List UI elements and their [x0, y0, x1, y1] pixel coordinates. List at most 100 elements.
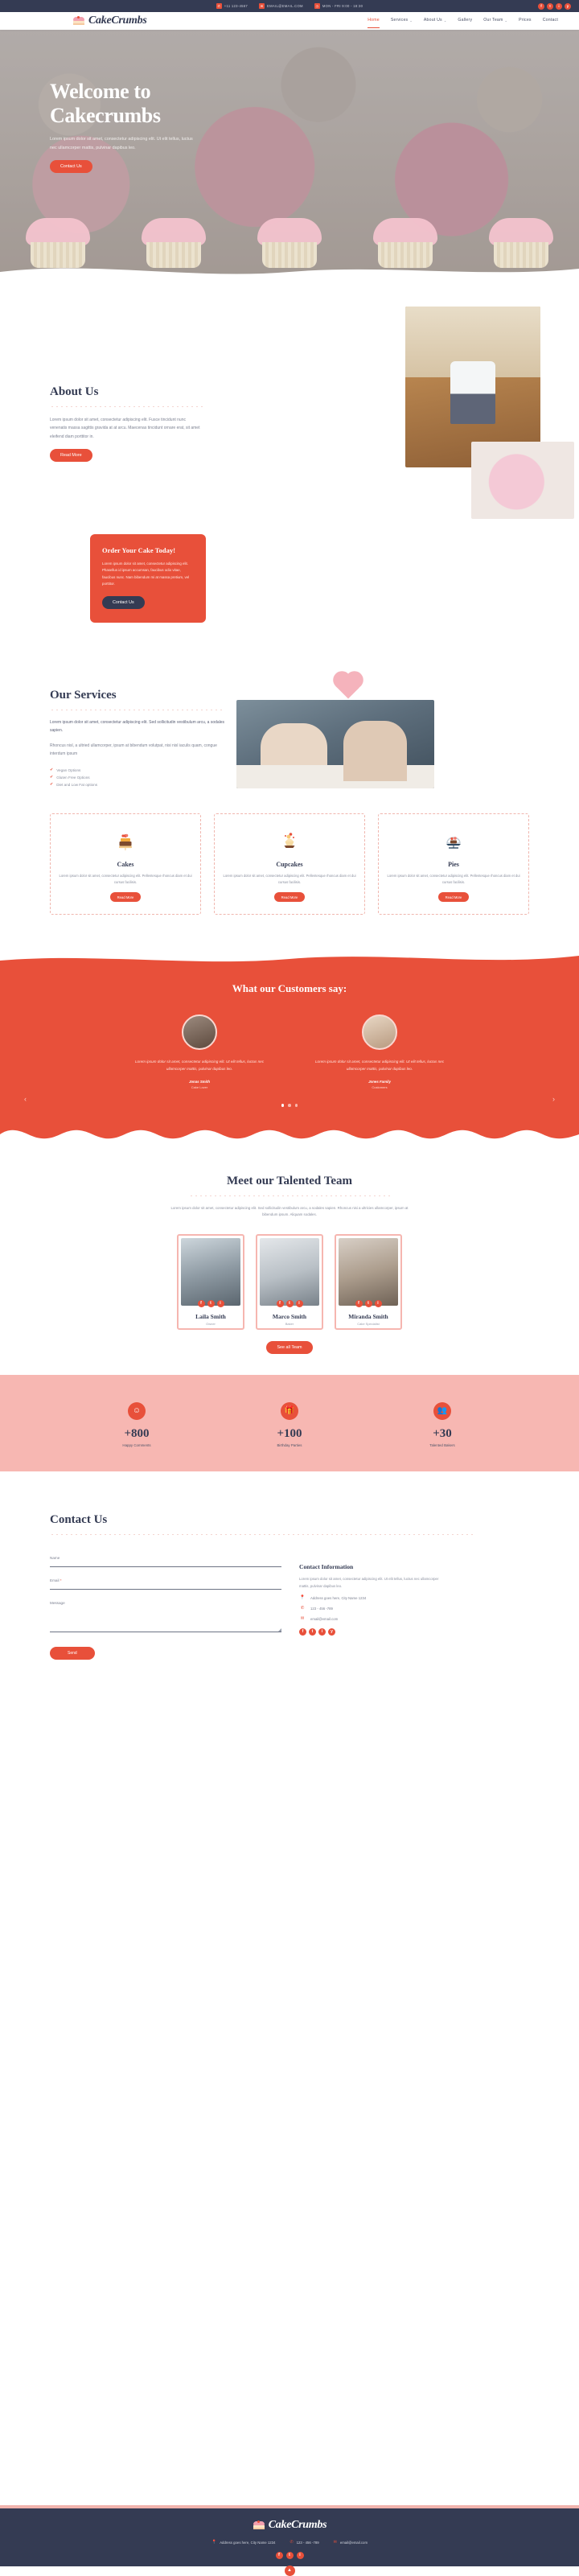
twitter-icon[interactable]: t	[207, 1300, 215, 1308]
pagination-dot-2[interactable]	[288, 1104, 291, 1107]
contact-phone[interactable]: ✆ 123 - 456 -789	[299, 1606, 442, 1611]
youtube-icon[interactable]: y	[565, 2, 571, 10]
site-logo[interactable]: CakeCrumbs	[72, 14, 147, 27]
footer-phone[interactable]: ✆ 123 - 456 -789	[290, 2540, 318, 2545]
facebook-icon[interactable]: f	[275, 2552, 283, 2559]
testimonials-bottom-scallop	[0, 1130, 579, 1140]
team-member-role: Baker	[285, 1322, 294, 1327]
team-member-card[interactable]: f t i Marco Smith Baker	[256, 1234, 323, 1331]
check-icon: ✔	[50, 775, 54, 780]
team-title: Meet our Talented Team	[227, 1174, 352, 1187]
testimonials-list: Lorem ipsum dolor sit amet, consectetur …	[0, 1014, 579, 1089]
service-card-body: Lorem ipsum dolor sit amet, consectetur …	[387, 874, 520, 884]
facebook-icon[interactable]: f	[299, 1628, 306, 1636]
phone-icon: ✆	[290, 2540, 294, 2545]
twitter-icon[interactable]: t	[285, 2552, 294, 2559]
testimonials-next-arrow[interactable]: ›	[552, 1095, 555, 1103]
twitter-icon[interactable]: t	[547, 2, 553, 10]
topbar-social-links: f t i y	[538, 2, 571, 10]
instagram-icon[interactable]: i	[216, 1300, 224, 1308]
name-label: Name	[50, 1556, 60, 1561]
team-member-role: Cake Specialist	[357, 1322, 380, 1327]
facebook-icon[interactable]: f	[355, 1300, 363, 1308]
name-input[interactable]	[50, 1566, 281, 1568]
required-mark: *	[60, 1578, 62, 1583]
order-contact-button[interactable]: Contact Us	[102, 596, 145, 610]
team-member-name: Laila Smith	[195, 1313, 226, 1321]
testimonials-prev-arrow[interactable]: ‹	[24, 1095, 27, 1103]
footer-email[interactable]: ✉ email@email.com	[334, 2540, 368, 2545]
topbar-phone[interactable]: ✆ +11 123-4567	[216, 3, 248, 9]
facebook-icon[interactable]: f	[276, 1300, 284, 1308]
service-card-pies[interactable]: Pies Lorem ipsum dolor sit amet, consect…	[378, 813, 529, 915]
twitter-icon[interactable]: t	[285, 1300, 294, 1308]
phone-icon: ✆	[216, 3, 222, 9]
hero-title: Welcome to Cakecrumbs	[50, 80, 199, 128]
cake-slice-icon	[253, 2520, 265, 2530]
service-card-cupcakes[interactable]: Cupcakes Lorem ipsum dolor sit amet, con…	[214, 813, 365, 915]
about-dotted-divider	[50, 406, 203, 407]
twitter-icon[interactable]: t	[364, 1300, 372, 1308]
team-member-card[interactable]: f t i Laila Smith Owner	[177, 1234, 244, 1331]
testimonial-role: Customers	[372, 1085, 388, 1090]
footer-email-text: email@email.com	[339, 2540, 368, 2545]
order-cta-card: Order Your Cake Today! Lorem ipsum dolor…	[90, 533, 206, 623]
footer-logo[interactable]: CakeCrumbs	[0, 2519, 579, 2532]
instagram-icon[interactable]: i	[318, 1628, 326, 1636]
stat-label: Birthday Parties	[277, 1443, 302, 1448]
service-card-title: Cakes	[117, 861, 134, 869]
service-card-read-more-button[interactable]: Read More	[273, 892, 306, 903]
services-photo-table	[236, 765, 434, 789]
people-icon: 👥	[433, 1402, 451, 1421]
youtube-icon[interactable]: y	[328, 1628, 335, 1636]
facebook-icon[interactable]: f	[197, 1300, 205, 1308]
see-all-team-button[interactable]: See all Team	[266, 1341, 313, 1355]
contact-email[interactable]: ✉ email@email.com	[299, 1616, 442, 1621]
twitter-icon[interactable]: t	[309, 1628, 316, 1636]
team-member-socials: f t i	[260, 1300, 319, 1308]
service-cards-row: Cakes Lorem ipsum dolor sit amet, consec…	[0, 789, 579, 915]
nav-item-home[interactable]: Home	[368, 18, 380, 28]
nav-item-our-team[interactable]: Our Team ⌄	[483, 18, 507, 24]
layer-cake-icon	[59, 827, 192, 856]
team-member-name: Marco Smith	[272, 1313, 307, 1321]
instagram-icon[interactable]: i	[556, 2, 562, 10]
about-read-more-button[interactable]: Read More	[50, 448, 92, 462]
send-button[interactable]: Send	[50, 1647, 95, 1660]
nav-item-prices[interactable]: Prices	[519, 18, 532, 24]
about-body: Lorem ipsum dolor sit amet, consectetur …	[50, 418, 200, 439]
stats-section: ☺ +800 Happy Comments 🎁 +100 Birthday Pa…	[0, 1375, 579, 1472]
about-text-column: About Us Lorem ipsum dolor sit amet, con…	[50, 326, 203, 462]
stats-row: ☺ +800 Happy Comments 🎁 +100 Birthday Pa…	[0, 1402, 579, 1447]
facebook-icon[interactable]: f	[538, 2, 544, 10]
topbar-email[interactable]: ✉ EMAIL@EMAIL.COM	[259, 3, 303, 9]
service-card-read-more-button[interactable]: Read More	[109, 892, 142, 903]
nav-item-services[interactable]: Services ⌄	[391, 18, 413, 24]
nav-item-about-us[interactable]: About Us ⌄	[424, 18, 447, 24]
email-input[interactable]	[50, 1589, 281, 1590]
pagination-dot-1[interactable]	[281, 1104, 285, 1107]
topbar-hours-text: MON - FRI 9:00 - 18:30	[322, 4, 363, 8]
message-textarea[interactable]	[50, 1611, 281, 1633]
team-member-card[interactable]: f t i Miranda Smith Cake Specialist	[335, 1234, 402, 1331]
stat-talented-bakers: 👥 +30 Talented Bakers	[398, 1402, 487, 1447]
service-card-body: Lorem ipsum dolor sit amet, consectetur …	[223, 874, 356, 884]
team-dotted-divider	[189, 1195, 390, 1196]
service-card-read-more-button[interactable]: Read More	[437, 892, 470, 903]
testimonial-name: Jones Family	[368, 1080, 391, 1084]
contact-information-column: Contact Information Lorem ipsum dolor si…	[281, 1513, 442, 1660]
instagram-icon[interactable]: i	[295, 1300, 303, 1308]
back-to-top-button[interactable]: ▲	[284, 2566, 295, 2576]
hero-contact-button[interactable]: Contact Us	[50, 160, 92, 174]
nav-label-services: Services	[390, 18, 409, 23]
avatar	[362, 1014, 397, 1050]
services-checklist: ✔ Vegan Options ✔ Gluten Free Options ✔ …	[50, 767, 225, 787]
pagination-dot-3[interactable]	[294, 1104, 298, 1107]
nav-label-gallery: Gallery	[458, 18, 473, 23]
hero-subtitle: Lorem ipsum dolor sit amet, consectetur …	[50, 137, 193, 150]
nav-item-contact[interactable]: Contact	[543, 18, 558, 24]
nav-item-gallery[interactable]: Gallery	[458, 18, 472, 24]
service-card-cakes[interactable]: Cakes Lorem ipsum dolor sit amet, consec…	[50, 813, 201, 915]
instagram-icon[interactable]: i	[374, 1300, 382, 1308]
instagram-icon[interactable]: i	[296, 2552, 304, 2559]
